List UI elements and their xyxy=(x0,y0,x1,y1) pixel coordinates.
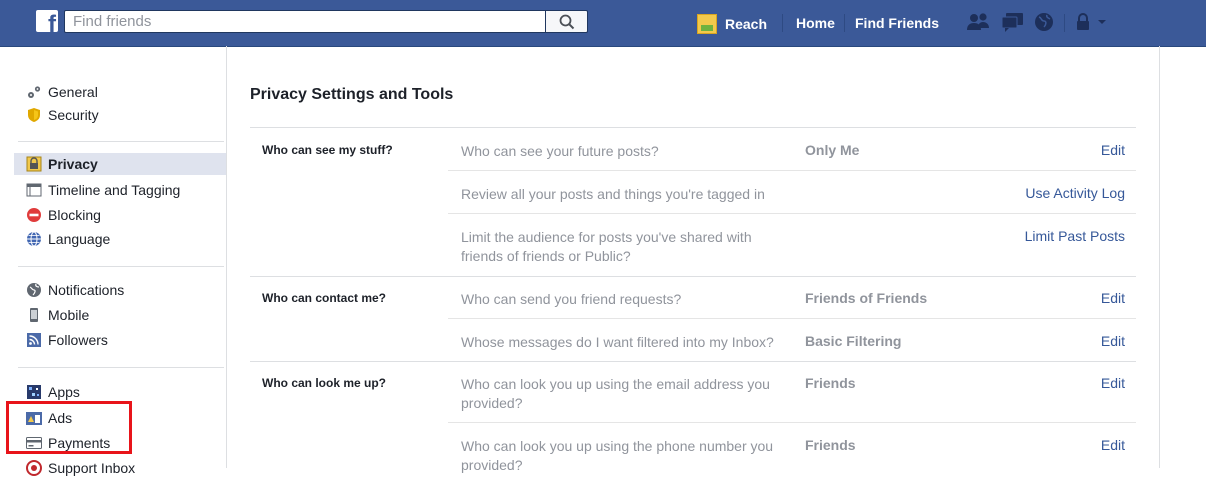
setting-question: Limit the audience for posts you've shar… xyxy=(461,229,752,264)
row-divider xyxy=(448,213,1136,214)
sidebar-item-label: Timeline and Tagging xyxy=(48,182,181,198)
section-label-see-my-stuff: Who can see my stuff? xyxy=(262,143,393,157)
sidebar-item-label: Support Inbox xyxy=(48,460,136,476)
page-title: Privacy Settings and Tools xyxy=(250,86,454,103)
sidebar-item-notifications[interactable]: Notifications xyxy=(18,279,224,301)
settings-sidebar: General Security Privacy Timeline and Ta… xyxy=(0,46,226,476)
sidebar-divider xyxy=(18,141,224,142)
home-link[interactable]: Home xyxy=(796,15,835,31)
notifications-globe-icon xyxy=(26,282,42,298)
setting-value: Only Me xyxy=(805,142,860,158)
sidebar-item-label: Notifications xyxy=(48,282,125,298)
edit-email-lookup-link[interactable]: Edit xyxy=(1101,375,1125,391)
content-border-right xyxy=(1159,46,1160,468)
chevron-down-icon[interactable] xyxy=(1096,16,1108,28)
sidebar-item-label: Language xyxy=(48,231,111,247)
friend-requests-icon[interactable] xyxy=(966,11,992,33)
find-friends-link[interactable]: Find Friends xyxy=(855,15,939,31)
row-divider xyxy=(448,318,1136,319)
limit-past-posts-link[interactable]: Limit Past Posts xyxy=(1025,228,1125,244)
sidebar-divider xyxy=(18,367,224,368)
edit-future-posts-link[interactable]: Edit xyxy=(1101,142,1125,158)
sidebar-item-label: Blocking xyxy=(48,207,101,223)
top-navigation-bar: f Reach Home Find Friends xyxy=(0,0,1206,47)
row-divider xyxy=(448,422,1136,423)
section-label-contact-me: Who can contact me? xyxy=(262,291,387,305)
setting-question: Review all your posts and things you're … xyxy=(461,186,765,202)
sidebar-item-timeline-and-tagging[interactable]: Timeline and Tagging xyxy=(18,179,224,201)
sidebar-item-apps[interactable]: Apps xyxy=(18,381,224,403)
lock-icon xyxy=(26,156,42,172)
shield-icon xyxy=(26,107,42,123)
profile-name: Reach xyxy=(725,16,768,32)
sidebar-item-followers[interactable]: Followers xyxy=(18,329,224,351)
setting-value: Friends xyxy=(805,375,856,391)
setting-question: Who can send you friend requests? xyxy=(461,291,682,307)
use-activity-log-link[interactable]: Use Activity Log xyxy=(1025,185,1125,201)
sidebar-item-language[interactable]: Language xyxy=(18,228,224,250)
profile-link[interactable]: Reach xyxy=(697,14,767,34)
messages-icon[interactable] xyxy=(1000,11,1026,33)
avatar xyxy=(697,14,717,34)
setting-value: Basic Filtering xyxy=(805,333,902,349)
setting-question: Whose messages do I want filtered into m… xyxy=(461,334,774,350)
edit-phone-lookup-link[interactable]: Edit xyxy=(1101,437,1125,453)
section-label-look-me-up: Who can look me up? xyxy=(262,376,387,390)
setting-question: Who can look you up using the phone numb… xyxy=(461,438,774,473)
logo-letter: f xyxy=(48,11,56,33)
nav-divider xyxy=(844,14,845,32)
section-divider xyxy=(250,361,1136,362)
sidebar-item-mobile[interactable]: Mobile xyxy=(18,304,224,326)
sidebar-item-label: Apps xyxy=(48,384,80,400)
search-button[interactable] xyxy=(546,10,588,33)
section-divider xyxy=(250,127,1136,128)
search-icon xyxy=(559,14,575,30)
mobile-icon xyxy=(26,307,42,323)
sidebar-item-label: Followers xyxy=(48,332,108,348)
apps-icon xyxy=(26,384,42,400)
sidebar-item-label: Privacy xyxy=(48,156,98,172)
facebook-logo[interactable]: f xyxy=(36,10,58,32)
nav-divider xyxy=(1064,14,1065,32)
sidebar-item-label: General xyxy=(48,84,98,100)
block-icon xyxy=(26,207,42,223)
setting-value: Friends xyxy=(805,437,856,453)
rss-icon xyxy=(26,332,42,348)
sidebar-item-general[interactable]: General xyxy=(18,81,224,103)
privacy-shortcuts-icon[interactable] xyxy=(1074,11,1092,33)
support-icon xyxy=(26,460,42,476)
setting-value: Friends of Friends xyxy=(805,290,928,306)
setting-question: Who can see your future posts? xyxy=(461,143,659,159)
sidebar-item-label: Mobile xyxy=(48,307,90,323)
apps-highlight-annotation xyxy=(6,401,132,454)
sidebar-divider xyxy=(18,266,224,267)
sidebar-item-security[interactable]: Security xyxy=(18,104,224,126)
setting-question: Who can look you up using the email addr… xyxy=(461,376,770,411)
content-border-left xyxy=(226,46,227,468)
edit-message-filtering-link[interactable]: Edit xyxy=(1101,333,1125,349)
globe-icon xyxy=(26,231,42,247)
search-input[interactable] xyxy=(64,10,546,33)
sidebar-item-support-inbox[interactable]: Support Inbox xyxy=(18,457,224,479)
timeline-icon xyxy=(26,182,42,198)
sidebar-item-label: Security xyxy=(48,107,99,123)
gear-icon xyxy=(26,84,42,100)
sidebar-item-blocking[interactable]: Blocking xyxy=(18,204,224,226)
section-divider xyxy=(250,276,1136,277)
nav-divider xyxy=(782,14,783,32)
row-divider xyxy=(448,170,1136,171)
edit-friend-requests-link[interactable]: Edit xyxy=(1101,290,1125,306)
notifications-globe-icon[interactable] xyxy=(1032,11,1056,33)
sidebar-item-privacy[interactable]: Privacy xyxy=(14,153,226,175)
